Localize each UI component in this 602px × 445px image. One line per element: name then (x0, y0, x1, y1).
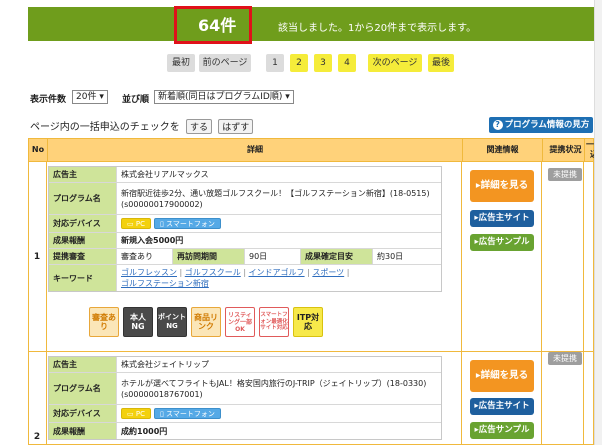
program-info-help-button[interactable]: ? プログラム情報の見方 (489, 117, 593, 133)
keyword-link[interactable]: ゴルフステーション新宿 (121, 278, 209, 289)
scrollbar[interactable] (594, 0, 602, 445)
advertiser-name: 株式会社リアルマックス (117, 167, 441, 182)
result-message: 該当しました。1から20件まで表示します。 (278, 23, 477, 34)
badge-itp: ITP対応 (293, 307, 323, 337)
per-page-label: 表示件数 (30, 95, 67, 105)
sort-select[interactable]: 新着順(同日はプログラムID順) ▾ (154, 90, 294, 104)
confirm-label: 成果確定目安 (301, 249, 373, 264)
pager-next-button[interactable]: 次のページ (368, 54, 422, 72)
badge-product-link: 商品リンク (191, 307, 221, 337)
bulk-check-bar: ページ内の一括申込のチェックを する はずす (30, 118, 254, 134)
ad-sample-button[interactable]: ▸広告サンプル (470, 234, 534, 251)
program-name: ホテルが選べてフライトもJAL！格安国内旅行のJ-TRIP（ジェイトリップ）(1… (117, 373, 441, 404)
pager-page-link[interactable]: 2 (290, 54, 308, 72)
monitor-icon: ▭ (127, 220, 136, 228)
device-smartphone-badge: ▯ スマートフォン (153, 408, 221, 419)
view-details-button[interactable]: ▸詳細を見る (470, 360, 534, 392)
header-status: 提携状況 (542, 139, 588, 161)
highlight-annotation-box (174, 6, 252, 44)
device-label: 対応デバイス (49, 215, 117, 232)
header-no: No (31, 145, 45, 154)
cookie-label: 再訪問期間 (173, 249, 245, 264)
question-icon: ? (492, 120, 503, 130)
program-detail: 広告主 株式会社ジェイトリップ プログラム名 ホテルが選べてフライトもJAL！格… (48, 356, 442, 440)
review-label: 提携審査 (49, 249, 117, 264)
keyword-list: ゴルフレッスン | ゴルフスクール | インドアゴルフ | スポーツ | ゴルフ… (117, 265, 441, 291)
pager-page-link[interactable]: 4 (338, 54, 356, 72)
pagination: 最初 前のページ 1 2 3 4 次のページ 最後 (0, 54, 602, 72)
badge-smartphone-optimized: スマートフォン最適化サイト対応 (259, 307, 289, 337)
sort-label: 並び順 (122, 95, 150, 105)
badge-self-ng: 本人NG (123, 307, 153, 337)
row-number: 1 (33, 251, 41, 262)
reward-label: 成果報酬 (49, 233, 117, 248)
pager-last-button[interactable]: 最後 (428, 54, 454, 72)
device-smartphone-badge: ▯ スマートフォン (153, 218, 221, 229)
keyword-link[interactable]: インドアゴルフ (249, 267, 305, 278)
ad-sample-button[interactable]: ▸広告サンプル (470, 422, 534, 439)
keyword-link[interactable]: スポーツ (312, 267, 344, 278)
keyword-link[interactable]: ゴルフレッスン (121, 267, 177, 278)
advertiser-name: 株式会社ジェイトリップ (117, 357, 441, 372)
program-row: 1 広告主 株式会社リアルマックス プログラム名 新宿駅近徒歩2分、通い放題ゴル… (28, 162, 602, 352)
help-label: プログラム情報の見方 (504, 120, 590, 130)
badge-review-required: 審査あり (89, 307, 119, 337)
badge-point-ng: ポイントNG (157, 307, 187, 337)
partnership-status: 未提携 (548, 352, 582, 365)
row-number: 2 (33, 432, 41, 442)
program-name: 新宿駅近徒歩2分、通い放題ゴルフスクール！【ゴルフステーション新宿】(18-05… (117, 183, 441, 214)
confirm-value: 約30日 (377, 252, 404, 261)
results-table-header: No 詳細 関連情報 提携状況 一括申込み (28, 138, 602, 162)
device-pc-badge: ▭ PC (121, 408, 151, 419)
advertiser-site-button[interactable]: ▸広告主サイト (470, 398, 534, 415)
uncheck-all-button[interactable]: はずす (218, 119, 254, 134)
per-page-select[interactable]: 20件 ▾ (72, 90, 108, 104)
pager-prev-button[interactable]: 前のページ (199, 54, 251, 72)
reward-label: 成果報酬 (49, 423, 117, 439)
header-related: 関連情報 (462, 139, 542, 161)
keyword-label: キーワード (49, 265, 117, 291)
program-detail: 広告主 株式会社リアルマックス プログラム名 新宿駅近徒歩2分、通い放題ゴルフス… (48, 166, 442, 292)
advertiser-site-button[interactable]: ▸広告主サイト (470, 210, 534, 227)
view-details-button[interactable]: ▸詳細を見る (470, 170, 534, 202)
reward-value: 成約1000円 (117, 423, 441, 439)
check-all-button[interactable]: する (186, 119, 213, 134)
monitor-icon: ▭ (127, 410, 136, 418)
cookie-value: 90日 (245, 249, 301, 264)
program-label: プログラム名 (49, 183, 117, 214)
partnership-status: 未提携 (548, 168, 582, 181)
program-label: プログラム名 (49, 373, 117, 404)
result-banner: 64件 該当しました。1から20件まで表示します。 (28, 7, 594, 41)
advertiser-label: 広告主 (49, 357, 117, 372)
device-pc-badge: ▭ PC (121, 218, 151, 229)
device-label: 対応デバイス (49, 405, 117, 422)
pager-first-button[interactable]: 最初 (167, 54, 195, 72)
keyword-link[interactable]: ゴルフスクール (185, 267, 241, 278)
header-detail: 詳細 (47, 139, 462, 161)
reward-value: 新規入会5000円 (117, 233, 441, 248)
program-row: 2 広告主 株式会社ジェイトリップ プログラム名 ホテルが選べてフライトもJAL… (28, 352, 602, 445)
review-value: 審査あり (117, 249, 173, 264)
pager-page-current: 1 (266, 54, 284, 72)
pager-page-link[interactable]: 3 (314, 54, 332, 72)
badge-listing-partial: リスティング一部OK (225, 307, 255, 337)
advertiser-label: 広告主 (49, 167, 117, 182)
bulk-check-label: ページ内の一括申込のチェックを (30, 122, 180, 133)
